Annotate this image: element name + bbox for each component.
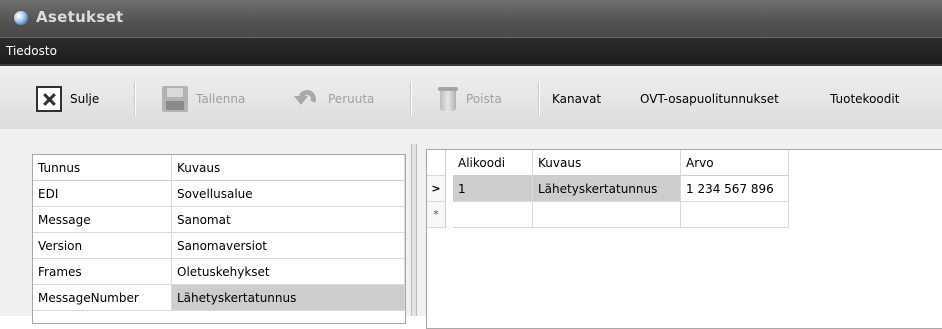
save-disk-icon — [162, 86, 188, 112]
cell-alikoodi[interactable]: 1 — [453, 176, 533, 202]
row-header-corner — [427, 150, 446, 176]
undo-arrow-icon — [292, 86, 320, 112]
table-row[interactable]: Version Sanomaversiot — [33, 233, 405, 259]
column-header-arvo[interactable]: Arvo — [681, 150, 789, 176]
channels-label: Kanavat — [552, 92, 602, 106]
delete-label: Poista — [466, 92, 502, 106]
cell-tunnus[interactable]: Message — [33, 207, 172, 233]
save-label: Tallenna — [196, 92, 246, 106]
product-codes-label: Tuotekoodit — [830, 92, 900, 106]
cell-alikoodi-new[interactable] — [453, 202, 533, 228]
ovt-label: OVT-osapuolitunnukset — [640, 92, 779, 106]
cell-tunnus[interactable]: Version — [33, 233, 172, 259]
toolbar: Sulje Tallenna Peruuta Poista Kanavat OV… — [0, 64, 942, 131]
app-globe-icon — [14, 11, 28, 25]
left-grid[interactable]: Tunnus Kuvaus EDI Sovellusalue Message S… — [32, 154, 406, 324]
cell-tunnus[interactable]: EDI — [33, 181, 172, 207]
table-row[interactable]: > 1 Lähetyskertatunnus 1 234 567 896 — [427, 176, 942, 202]
channels-button[interactable]: Kanavat — [552, 84, 601, 114]
cell-arvo[interactable]: 1 234 567 896 — [681, 176, 789, 202]
column-header-tunnus[interactable]: Tunnus — [33, 155, 172, 181]
window-title: Asetukset — [36, 8, 124, 26]
cell-kuvaus[interactable]: Sovellusalue — [172, 181, 405, 207]
right-grid[interactable]: Alikoodi Kuvaus Arvo > 1 Lähetyskertatun… — [426, 149, 942, 329]
table-row[interactable]: EDI Sovellusalue — [33, 181, 405, 207]
delete-button[interactable]: Poista — [438, 84, 502, 114]
cell-kuvaus[interactable]: Sanomaversiot — [172, 233, 405, 259]
toolbar-separator — [538, 82, 540, 116]
current-row-indicator[interactable]: > — [427, 176, 446, 202]
undo-button[interactable]: Peruuta — [292, 84, 374, 114]
cell-kuvaus[interactable]: Lähetyskertatunnus — [172, 285, 405, 311]
toolbar-separator — [134, 82, 136, 116]
close-icon — [36, 86, 62, 112]
right-grid-header: Alikoodi Kuvaus Arvo — [427, 150, 942, 176]
cell-kuvaus[interactable]: Oletuskehykset — [172, 259, 405, 285]
cell-kuvaus[interactable]: Lähetyskertatunnus — [533, 176, 681, 202]
table-row[interactable]: Message Sanomat — [33, 207, 405, 233]
close-button[interactable]: Sulje — [36, 84, 99, 114]
trash-can-icon — [438, 86, 458, 112]
toolbar-separator — [410, 82, 412, 116]
menu-file[interactable]: Tiedosto — [6, 44, 57, 58]
product-codes-button[interactable]: Tuotekoodit — [830, 84, 899, 114]
cell-kuvaus[interactable]: Sanomat — [172, 207, 405, 233]
splitter-handle[interactable] — [411, 144, 417, 316]
cell-tunnus[interactable]: Frames — [33, 259, 172, 285]
undo-label: Peruuta — [328, 92, 375, 106]
title-bar: Asetukset — [0, 0, 942, 37]
table-row-selected[interactable]: MessageNumber Lähetyskertatunnus — [33, 285, 405, 311]
menu-bar: Tiedosto — [0, 37, 942, 64]
left-grid-header: Tunnus Kuvaus — [33, 155, 405, 181]
close-label: Sulje — [70, 92, 100, 106]
save-button[interactable]: Tallenna — [162, 84, 245, 114]
ovt-identifiers-button[interactable]: OVT-osapuolitunnukset — [640, 84, 779, 114]
table-row[interactable]: Frames Oletuskehykset — [33, 259, 405, 285]
content-area: Tunnus Kuvaus EDI Sovellusalue Message S… — [0, 129, 942, 329]
column-header-kuvaus[interactable]: Kuvaus — [172, 155, 405, 181]
new-row[interactable]: * — [427, 202, 942, 228]
cell-kuvaus-new[interactable] — [533, 202, 681, 228]
column-header-kuvaus[interactable]: Kuvaus — [533, 150, 681, 176]
column-header-alikoodi[interactable]: Alikoodi — [453, 150, 533, 176]
cell-arvo-new[interactable] — [681, 202, 789, 228]
cell-tunnus[interactable]: MessageNumber — [33, 285, 172, 311]
new-row-asterisk-icon[interactable]: * — [427, 202, 446, 228]
